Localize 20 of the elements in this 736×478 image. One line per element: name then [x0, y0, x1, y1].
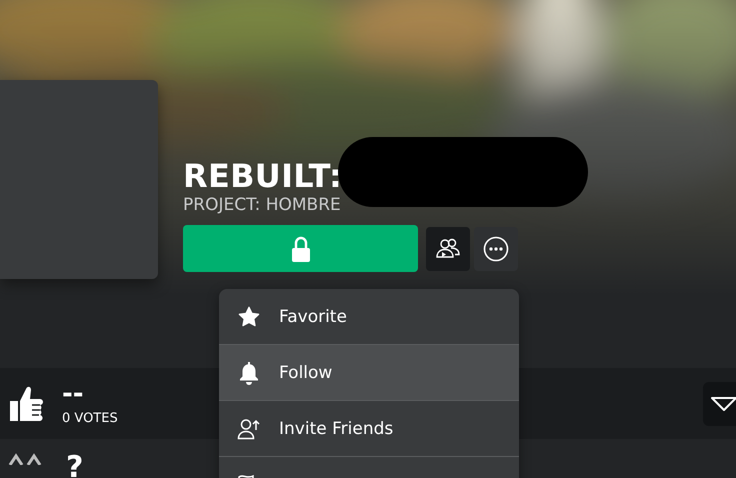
more-button[interactable] [474, 227, 518, 271]
party-button[interactable] [426, 227, 470, 271]
game-title: REBUILT: [183, 157, 342, 195]
dropdown-button[interactable] [703, 382, 736, 426]
star-icon [238, 306, 260, 328]
people-icon [435, 238, 461, 260]
bell-icon [238, 360, 260, 384]
lock-icon [290, 236, 310, 262]
thumbs-up-icon [10, 384, 44, 422]
vote-rating: -- [62, 381, 85, 407]
person-add-icon [237, 418, 261, 440]
stat-value: ? [66, 453, 84, 478]
game-subtitle: PROJECT: HOMBRE [183, 195, 342, 215]
play-button[interactable] [183, 225, 418, 272]
menu-item[interactable]: Follow [219, 345, 519, 401]
stat-icon [8, 453, 44, 465]
more-icon [483, 236, 509, 262]
menu-item[interactable]: Invite Friends [219, 401, 519, 457]
vote-count: 0 VOTES [62, 411, 118, 426]
chevron-down-icon [711, 396, 736, 412]
